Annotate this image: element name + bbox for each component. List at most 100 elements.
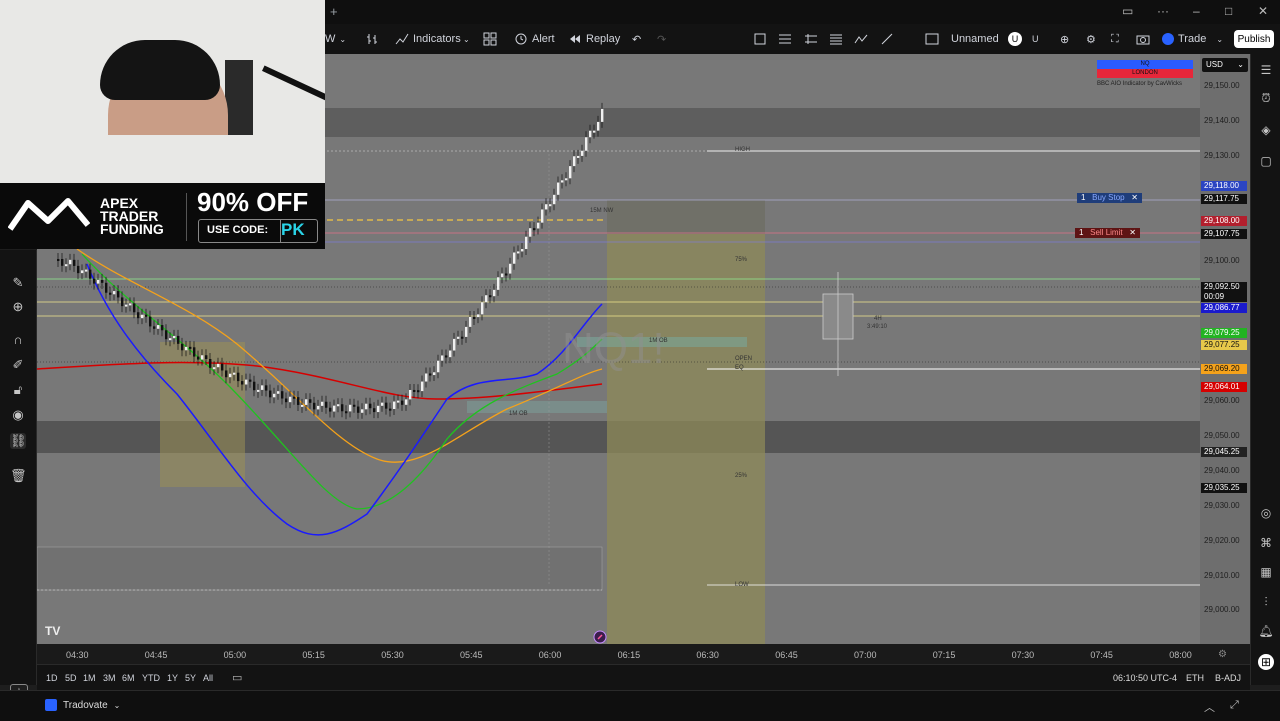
new-tab-icon[interactable]: + [330,4,338,19]
candle [153,326,156,329]
maximize-panel-icon[interactable]: ⤢ [1230,699,1239,712]
buy-stop-order[interactable]: 1 Buy Stop ✕ [1077,193,1142,203]
sell-limit-order[interactable]: 1 Sell Limit ✕ [1075,228,1140,238]
layout-button[interactable]: Unnamed⌄ [925,30,1013,48]
chat-icon[interactable]: ▢ [1258,153,1274,169]
collapse-panel-icon[interactable]: ︿ [1204,699,1215,715]
candle [413,389,416,392]
indicator-legend: NQ LONDON BBC AIO Indicator by CavWicks [1097,60,1193,87]
fullscreen-icon[interactable]: ⛶ [1111,30,1119,48]
link-icon[interactable]: ⛓ [10,433,27,449]
time-axis[interactable]: 04:30 04:45 05:00 05:15 05:30 05:45 06:00 06:15… [37,644,1250,664]
range-button-all[interactable]: All [203,673,213,683]
path-tool-icon[interactable] [854,30,868,48]
candle [169,338,172,341]
zoom-icon[interactable]: ⊕ [1060,30,1069,48]
range-button-6m[interactable]: 6M [122,673,135,683]
select-tool-icon[interactable] [753,30,767,48]
range-button-ytd[interactable]: YTD [142,673,160,683]
layers-icon[interactable]: ◈ [1258,122,1274,138]
price-axis[interactable]: 29,150.00 29,140.00 29,130.00 29,100.00 … [1200,54,1250,644]
maximize-icon[interactable]: □ [1225,4,1232,18]
range-button-3m[interactable]: 3M [103,673,116,683]
watchlist-icon[interactable]: ☰ [1258,62,1274,78]
candle [149,316,152,327]
lines-tool-icon[interactable] [829,30,843,48]
currency-selector[interactable]: USD ⌄ [1202,58,1248,72]
publish-button[interactable]: Publish [1234,30,1274,48]
minimize-icon[interactable]: – [1193,4,1200,18]
candle [433,372,436,376]
account-avatar[interactable]: U U [1008,30,1039,48]
range-button-1d[interactable]: 1D [46,673,58,683]
snapshot-icon[interactable] [1136,30,1150,48]
calendar-icon[interactable]: ▦ [1258,564,1274,580]
close-icon[interactable]: ✕ [1258,4,1268,18]
visibility-icon[interactable]: ◉ [10,407,26,423]
time-label: 06:15 [617,650,641,660]
candle [537,222,540,229]
session-toggle[interactable]: ETH [1186,673,1204,683]
settings-icon[interactable]: ⚙ [1086,30,1096,48]
replay-button[interactable]: Replay [568,30,620,48]
monitor-icon[interactable]: ▭ [1122,4,1133,18]
open-label: OPEN [735,356,753,362]
candle [417,390,420,393]
candle [77,265,80,274]
fib-tool-icon[interactable] [778,30,792,48]
time-label: 06:00 [538,650,562,660]
trade-button[interactable]: Trade ⌄ [1162,30,1223,48]
undo-icon[interactable]: ↶ [632,30,641,48]
range-button-1m[interactable]: 1M [83,673,96,683]
broker-selector[interactable]: Tradovate ⌄ [45,699,120,711]
apps-grid-icon[interactable]: ⊞ [1258,654,1274,670]
candle [341,404,344,412]
stay-in-drawing-icon[interactable]: ✐ [10,357,26,373]
candle [121,297,124,307]
time-label: 04:30 [66,650,89,660]
alerts-clock-icon[interactable]: ⏰︎ [1258,90,1274,106]
candle [553,194,556,205]
broker-bar: Tradovate ⌄ ︿ ⤢ [0,690,1280,721]
target-icon[interactable]: ◎ [1258,505,1274,521]
date-range-icon[interactable]: ▭ [232,671,242,684]
replay-marker-icon[interactable] [592,629,608,644]
indicators-button[interactable]: Indicators [395,30,461,48]
zoom-in-icon[interactable]: ⊕ [10,299,26,315]
bar-style-icon[interactable] [365,30,379,48]
redo-icon[interactable]: ↷ [657,30,666,48]
candle [365,403,368,410]
candle [525,236,528,250]
templates-icon[interactable] [483,30,497,48]
indicators-dropdown-icon[interactable]: ⌄ [463,30,470,48]
axis-settings-icon[interactable]: ⚙ [1218,649,1227,660]
candle [125,304,128,307]
price-tag: 29,077.25 [1201,340,1247,350]
candle [457,336,460,339]
pattern-icon[interactable]: ⌘ [1258,535,1274,551]
notifications-icon[interactable]: 🔔︎ [1258,623,1274,639]
candle [353,404,356,407]
range-button-1y[interactable]: 1Y [167,673,178,683]
candle [485,295,488,303]
magnet-icon[interactable]: ∩ [10,332,26,348]
ruler-icon[interactable]: ✎ [10,275,26,291]
lock-icon[interactable]: 🔓︎ [10,382,26,398]
trash-icon[interactable]: 🗑︎ [10,468,27,484]
alert-button[interactable]: Alert [514,30,555,48]
candle [477,314,480,318]
clock-readout[interactable]: 06:10:50 UTC-4 [1113,673,1177,683]
interval-dropdown[interactable]: W ⌄ [325,30,346,48]
candle [117,291,120,298]
legend-london: LONDON [1097,69,1193,78]
range-button-5y[interactable]: 5Y [185,673,196,683]
signal-icon[interactable]: ⫶ [1258,594,1274,610]
candle [561,180,564,183]
adjustment-toggle[interactable]: B-ADJ [1215,673,1241,683]
position-tool-icon[interactable] [804,30,818,48]
range-button-5d[interactable]: 5D [65,673,77,683]
trendline-tool-icon[interactable] [880,30,894,48]
more-icon[interactable]: ··· [1157,4,1169,18]
price-tag: 29,079.25 [1201,328,1247,338]
candle [597,121,600,131]
